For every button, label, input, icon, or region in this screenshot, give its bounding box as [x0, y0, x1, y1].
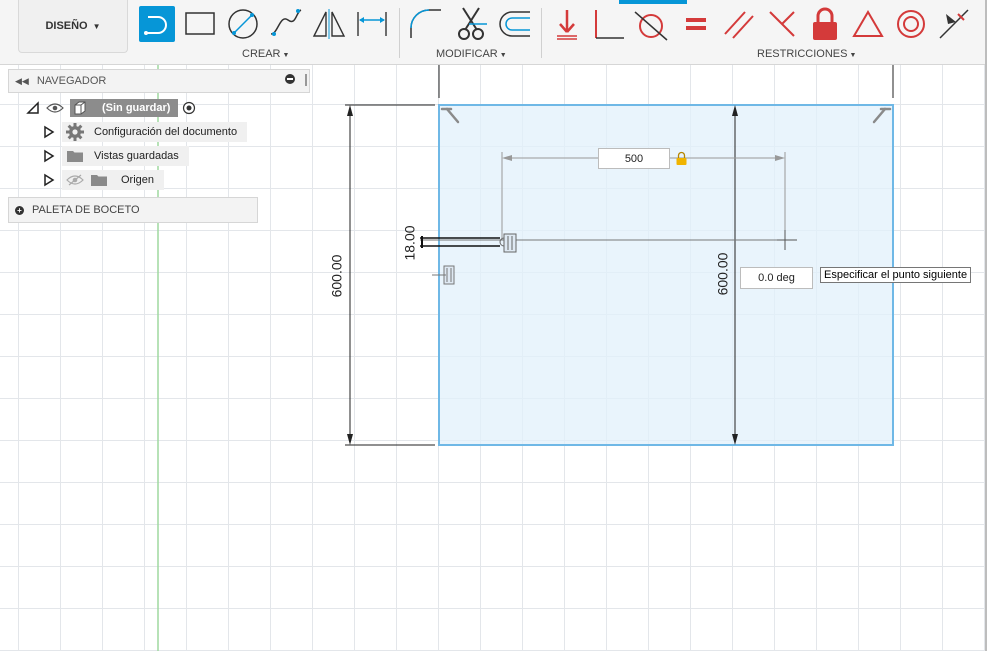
- perpendicular-lines-constraint-button[interactable]: [764, 6, 800, 42]
- expand-triangle-icon[interactable]: [26, 101, 40, 115]
- expand-arrow-icon[interactable]: [42, 173, 56, 187]
- fix-constraint-icon: [557, 10, 577, 40]
- browser-item-label: Vistas guardadas: [94, 150, 179, 162]
- parallel-icon: [724, 11, 754, 39]
- triangle-constraint-button[interactable]: [850, 6, 886, 42]
- tangent-constraint-button[interactable]: [633, 6, 669, 42]
- left-height-dimension-label[interactable]: 600.00: [328, 255, 344, 298]
- panel-options-icon[interactable]: [285, 74, 295, 84]
- trim-tool-button[interactable]: [453, 6, 489, 42]
- lock-closed-icon: [813, 7, 837, 40]
- inner-height-dimension-label[interactable]: 600.00: [714, 253, 730, 296]
- rectangle-icon: [185, 12, 215, 35]
- offset-icon: [499, 11, 530, 37]
- circle-icon: [228, 9, 258, 39]
- fillet-tool-button[interactable]: [407, 6, 443, 42]
- design-workspace-button[interactable]: DISEÑO ▼: [18, 0, 128, 53]
- expand-arrow-icon[interactable]: [42, 125, 56, 139]
- rectangle-tool-button[interactable]: [182, 6, 218, 42]
- dimension-icon: [357, 12, 387, 36]
- length-input[interactable]: [598, 148, 670, 169]
- angle-input[interactable]: [740, 267, 813, 289]
- triangle-icon: [852, 10, 884, 37]
- create-menu[interactable]: CREAR ▼: [242, 48, 289, 60]
- toolbar: DISEÑO ▼ CREAR ▼ MODIFICAR ▼ RESTRICCION…: [0, 0, 987, 65]
- spline-icon: [270, 9, 302, 36]
- gear-icon: [66, 123, 84, 141]
- midpoint-icon: [939, 9, 969, 39]
- line-icon: [144, 16, 167, 35]
- line-tool-button[interactable]: [139, 6, 175, 42]
- small-dimension-label[interactable]: 18.00: [402, 225, 418, 260]
- chevron-down-icon: ▼: [282, 52, 290, 59]
- tooltip: Especificar el punto siguiente: [820, 267, 972, 283]
- eye-icon[interactable]: [46, 102, 64, 114]
- offset-tool-button[interactable]: [496, 6, 532, 42]
- active-tab-indicator: [619, 0, 687, 4]
- perpendicular-icon: [595, 10, 624, 39]
- browser-item-origin[interactable]: Origen: [42, 170, 165, 190]
- browser-item-label: Configuración del documento: [94, 126, 238, 138]
- scissors-icon: [458, 7, 487, 40]
- chevron-down-icon: ▼: [92, 21, 101, 31]
- component-icon: [74, 101, 86, 115]
- tangent-icon: [634, 11, 668, 41]
- collapse-panel-icon[interactable]: ◀◀: [15, 76, 29, 87]
- panel-resize-handle[interactable]: [305, 74, 307, 86]
- sketch-palette-title: PALETA DE BOCETO: [32, 204, 140, 216]
- spline-tool-button[interactable]: [268, 6, 304, 42]
- folder-icon: [67, 151, 83, 162]
- perpendicular-constraint-button[interactable]: [592, 6, 628, 42]
- chevron-down-icon: ▼: [849, 52, 857, 59]
- browser-item-document-settings[interactable]: Configuración del documento: [42, 122, 248, 142]
- eye-hidden-icon[interactable]: [66, 174, 84, 186]
- toolbar-separator: [541, 8, 542, 58]
- toolbar-separator: [399, 8, 400, 58]
- fillet-icon: [410, 9, 441, 38]
- midpoint-constraint-button[interactable]: [936, 6, 972, 42]
- circle-tool-button[interactable]: [225, 6, 261, 42]
- browser-item-label: Origen: [121, 174, 155, 186]
- equal-icon: [686, 18, 706, 30]
- browser-root-row[interactable]: (Sin guardar): [26, 98, 196, 118]
- concentric-icon: [897, 10, 925, 38]
- expand-arrow-icon[interactable]: [42, 149, 56, 163]
- design-workspace-label: DISEÑO: [45, 20, 88, 32]
- root-component-label: (Sin guardar): [102, 102, 171, 114]
- folder-icon: [91, 175, 107, 186]
- sketch-palette-header[interactable]: + PALETA DE BOCETO: [8, 197, 258, 223]
- parallel-constraint-button[interactable]: [721, 6, 757, 42]
- root-component-chip[interactable]: (Sin guardar): [70, 99, 179, 117]
- equal-constraint-button[interactable]: [678, 6, 714, 42]
- constraints-menu[interactable]: RESTRICCIONES ▼: [757, 48, 856, 60]
- mirror-tool-button[interactable]: [311, 6, 347, 42]
- browser-title: NAVEGADOR: [36, 75, 107, 87]
- cross-lines-icon: [769, 11, 795, 37]
- fix-unfix-button[interactable]: [807, 6, 843, 42]
- browser-item-saved-views[interactable]: Vistas guardadas: [42, 146, 189, 166]
- concentric-constraint-button[interactable]: [893, 6, 929, 42]
- activate-radio-icon[interactable]: [182, 101, 196, 115]
- modify-menu[interactable]: MODIFICAR ▼: [436, 48, 507, 60]
- browser-panel-header: ◀◀ NAVEGADOR: [8, 69, 310, 93]
- chevron-down-icon: ▼: [499, 52, 507, 59]
- expand-plus-icon[interactable]: +: [15, 205, 24, 215]
- dimension-tool-button[interactable]: [354, 6, 390, 42]
- mirror-icon: [312, 9, 346, 39]
- fix-constraint-button[interactable]: [549, 6, 585, 42]
